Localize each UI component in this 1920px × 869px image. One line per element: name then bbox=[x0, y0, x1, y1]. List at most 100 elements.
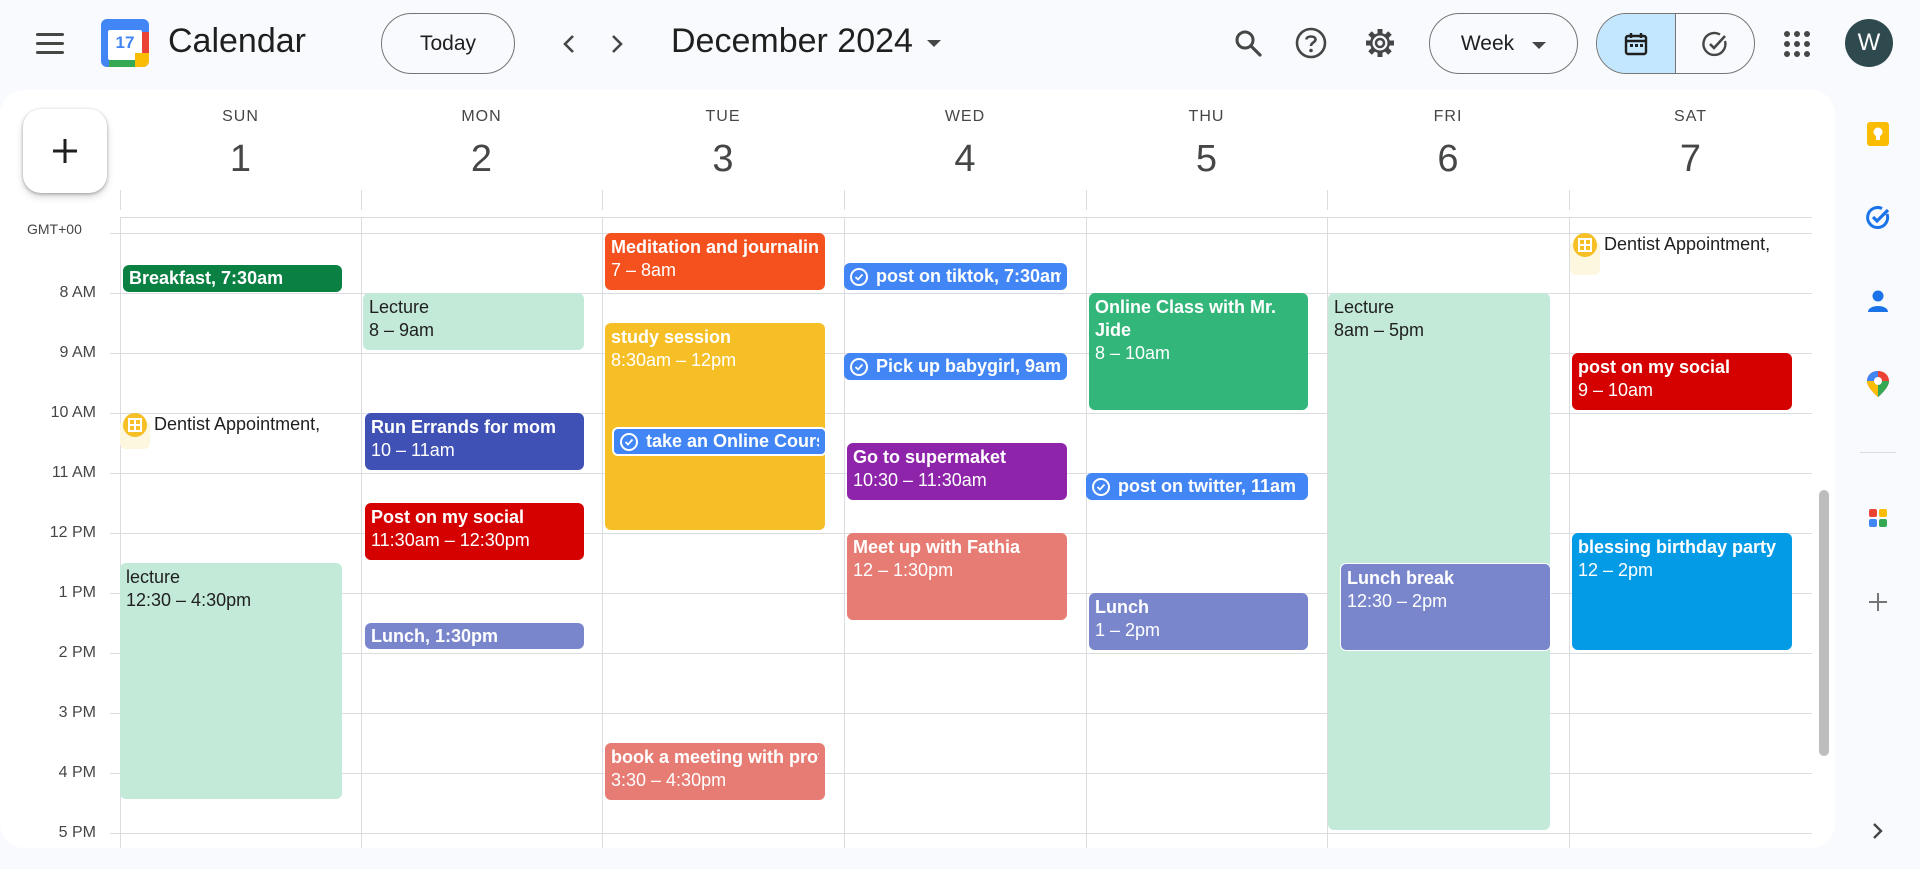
task-check-icon bbox=[850, 357, 868, 376]
divider bbox=[361, 218, 362, 848]
hour-label: 3 PM bbox=[58, 704, 96, 721]
search-icon bbox=[1235, 30, 1262, 57]
chevron-right-icon bbox=[612, 35, 623, 53]
month-label: December 2024 bbox=[671, 22, 913, 60]
event-dentist-appointment-sun[interactable]: Dentist Appointment, bbox=[120, 413, 360, 453]
hour-label: 11 AM bbox=[51, 464, 96, 481]
month-picker[interactable]: December 2024 bbox=[671, 22, 941, 61]
task-post-on-tiktok[interactable]: post on tiktok, 7:30am bbox=[844, 263, 1067, 290]
divider bbox=[361, 190, 362, 210]
gear-icon bbox=[1366, 29, 1394, 57]
keep-icon[interactable] bbox=[1862, 118, 1894, 150]
event-run-errands[interactable]: Run Errands for mom 10 – 11am bbox=[365, 413, 584, 470]
day-header-thu[interactable]: THU 5 bbox=[1086, 90, 1327, 190]
tasks-view-toggle[interactable] bbox=[1676, 14, 1755, 73]
event-blessing-birthday-party[interactable]: blessing birthday party 12 – 2pm bbox=[1572, 533, 1792, 650]
hour-line bbox=[110, 653, 1812, 654]
calendar-logo-icon[interactable]: 17 bbox=[101, 19, 149, 67]
side-panel bbox=[1835, 86, 1920, 869]
task-check-icon bbox=[1092, 477, 1110, 496]
next-week-button[interactable] bbox=[597, 24, 637, 64]
day-header-sun[interactable]: SUN 1 bbox=[120, 90, 361, 190]
task-check-icon bbox=[620, 432, 638, 451]
view-label: Week bbox=[1460, 31, 1515, 55]
hour-line bbox=[110, 833, 1812, 834]
hour-label: 4 PM bbox=[58, 764, 96, 781]
plus-icon bbox=[53, 139, 77, 163]
chevron-right-icon[interactable] bbox=[1862, 815, 1894, 847]
event-meditation[interactable]: Meditation and journaling 7 – 8am bbox=[605, 233, 825, 290]
event-lecture-fri[interactable]: Lecture 8am – 5pm bbox=[1328, 293, 1550, 830]
day-header-wed[interactable]: WED 4 bbox=[844, 90, 1086, 190]
time-grid[interactable]: 8 AM 9 AM 10 AM 11 AM 12 PM 1 PM 2 PM 3 … bbox=[0, 218, 1835, 848]
hour-label: 12 PM bbox=[49, 524, 96, 541]
task-online-course[interactable]: take an Online Course bbox=[612, 427, 827, 456]
calendar-week-view: SUN 1 MON 2 TUE 3 WED 4 THU 5 FRI 6 SAT 7 GMT+0… bbox=[0, 90, 1835, 848]
main-menu-icon[interactable] bbox=[36, 26, 70, 60]
day-header-sat[interactable]: SAT 7 bbox=[1569, 90, 1812, 190]
hour-label: 5 PM bbox=[58, 824, 96, 841]
divider bbox=[602, 190, 603, 210]
divider bbox=[844, 218, 845, 848]
hour-line bbox=[110, 773, 1812, 774]
hour-label: 10 AM bbox=[50, 404, 96, 421]
help-button[interactable] bbox=[1288, 20, 1334, 66]
day-header-tue[interactable]: TUE 3 bbox=[602, 90, 844, 190]
hour-line bbox=[110, 233, 1812, 234]
maps-icon[interactable] bbox=[1862, 368, 1894, 400]
help-icon bbox=[1295, 27, 1327, 59]
task-pick-up-babygirl[interactable]: Pick up babygirl, 9am bbox=[844, 353, 1067, 380]
create-button[interactable] bbox=[23, 109, 107, 193]
contacts-icon[interactable] bbox=[1862, 285, 1894, 317]
add-addon-icon[interactable] bbox=[1862, 586, 1894, 618]
view-switcher[interactable]: Week bbox=[1429, 13, 1578, 74]
divider bbox=[1086, 190, 1087, 210]
top-bar: 17 Calendar Today December 2024 Week W bbox=[0, 0, 1920, 86]
event-online-class[interactable]: Online Class with Mr. Jide 8 – 10am bbox=[1089, 293, 1308, 410]
caret-down-icon bbox=[1532, 42, 1547, 49]
hour-label: 8 AM bbox=[59, 284, 96, 301]
divider bbox=[844, 190, 845, 210]
event-book-meeting[interactable]: book a meeting with prof 3:30 – 4:30pm bbox=[605, 743, 825, 800]
marketplace-addon-icon[interactable] bbox=[1862, 502, 1894, 534]
previous-week-button[interactable] bbox=[549, 24, 589, 64]
calendar-view-toggle[interactable] bbox=[1597, 14, 1676, 73]
event-lunch-mon[interactable]: Lunch, 1:30pm bbox=[365, 623, 584, 649]
event-lecture-sun[interactable]: lecture 12:30 – 4:30pm bbox=[120, 563, 342, 799]
google-apps-icon[interactable] bbox=[1777, 24, 1817, 64]
search-button[interactable] bbox=[1225, 20, 1271, 66]
event-dentist-appointment-sat[interactable]: Dentist Appointment, bbox=[1570, 233, 1810, 278]
event-lunch-break[interactable]: Lunch break 12:30 – 2pm bbox=[1340, 563, 1551, 651]
today-button[interactable]: Today bbox=[381, 13, 515, 74]
tasks-icon[interactable] bbox=[1862, 202, 1894, 234]
task-post-on-twitter[interactable]: post on twitter, 11am bbox=[1086, 473, 1308, 500]
day-header-fri[interactable]: FRI 6 bbox=[1327, 90, 1569, 190]
event-lecture-mon[interactable]: Lecture 8 – 9am bbox=[363, 293, 584, 350]
divider bbox=[1327, 190, 1328, 210]
divider bbox=[602, 218, 603, 848]
account-avatar[interactable]: W bbox=[1845, 19, 1893, 67]
task-check-icon bbox=[850, 267, 868, 286]
booking-icon bbox=[123, 413, 147, 437]
settings-button[interactable] bbox=[1357, 20, 1403, 66]
divider bbox=[1086, 218, 1087, 848]
calendar-icon bbox=[1624, 32, 1647, 55]
event-breakfast[interactable]: Breakfast, 7:30am bbox=[123, 265, 342, 292]
event-post-on-social-sat[interactable]: post on my social 9 – 10am bbox=[1572, 353, 1792, 410]
divider bbox=[1860, 452, 1896, 453]
vertical-scrollbar[interactable] bbox=[1819, 490, 1829, 756]
day-header-mon[interactable]: MON 2 bbox=[361, 90, 602, 190]
hour-label: 9 AM bbox=[59, 344, 96, 361]
event-lunch-thu[interactable]: Lunch 1 – 2pm bbox=[1089, 593, 1308, 650]
divider bbox=[120, 190, 121, 210]
hour-line bbox=[110, 413, 1812, 414]
event-post-on-social-mon[interactable]: Post on my social 11:30am – 12:30pm bbox=[365, 503, 584, 560]
caret-down-icon bbox=[926, 40, 941, 47]
event-meet-up-with-fathia[interactable]: Meet up with Fathia 12 – 1:30pm bbox=[847, 533, 1067, 620]
divider bbox=[120, 217, 1812, 218]
divider bbox=[1569, 218, 1570, 848]
hour-label: 1 PM bbox=[58, 584, 96, 601]
chevron-left-icon bbox=[563, 35, 574, 53]
event-go-to-supermarket[interactable]: Go to supermaket 10:30 – 11:30am bbox=[847, 443, 1067, 500]
app-title: Calendar bbox=[168, 22, 306, 60]
